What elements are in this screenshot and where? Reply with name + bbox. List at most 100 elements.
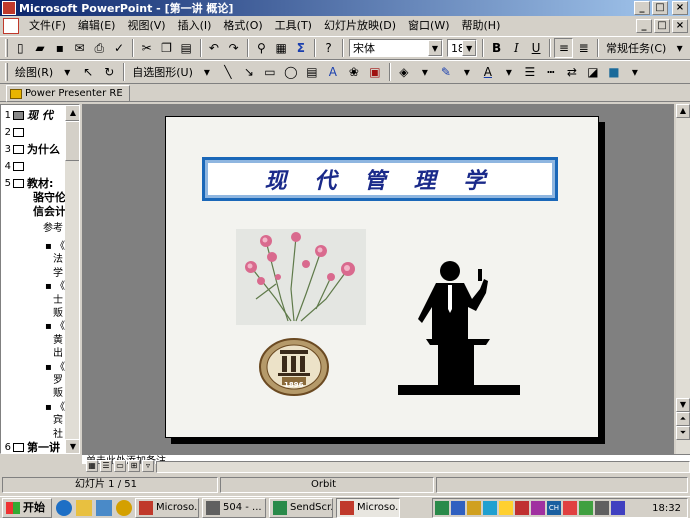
rotate-icon[interactable]: ↻ xyxy=(99,62,119,82)
outline-view-icon[interactable]: ☰ xyxy=(100,460,112,472)
rectangle-icon[interactable]: ▭ xyxy=(260,62,280,82)
slide-view-icon[interactable]: ▭ xyxy=(114,460,126,472)
power-presenter-tab[interactable]: Power Presenter RE xyxy=(6,85,130,102)
tray-app-icon[interactable] xyxy=(611,501,625,515)
print-icon[interactable]: ⎙ xyxy=(90,38,109,58)
ie-browser-icon[interactable] xyxy=(56,499,72,516)
window-title-bar[interactable]: Microsoft PowerPoint - [第一讲 概论] _ □ × xyxy=(0,0,690,16)
scroll-down-icon[interactable]: ▼ xyxy=(65,439,79,453)
autoshapes-menu-button[interactable]: 自选图形(U) xyxy=(128,64,197,80)
font-color-icon[interactable]: A xyxy=(478,62,498,82)
slide-sorter-view-icon[interactable]: ⊞ xyxy=(128,460,140,472)
menu-slideshow[interactable]: 幻灯片放映(D) xyxy=(318,16,402,36)
italic-button[interactable]: I xyxy=(507,38,526,58)
redo-icon[interactable]: ↷ xyxy=(224,38,243,58)
task-pane-button[interactable]: 常规任务(C) xyxy=(602,40,670,56)
spell-check-icon[interactable]: ✓ xyxy=(110,38,129,58)
3d-style-icon[interactable]: ■ xyxy=(604,62,624,82)
line-icon[interactable]: ╲ xyxy=(218,62,238,82)
taskbar-button-active[interactable]: Microso... xyxy=(336,497,400,518)
dash-style-icon[interactable]: ┅ xyxy=(541,62,561,82)
oval-icon[interactable]: ◯ xyxy=(281,62,301,82)
menu-insert[interactable]: 插入(I) xyxy=(172,16,218,36)
email-icon[interactable]: ✉ xyxy=(70,38,89,58)
outline-slide-row[interactable]: 6 第一讲 xyxy=(3,439,60,453)
slide-canvas[interactable]: 现 代 管 理 学 1896 xyxy=(165,116,599,438)
menu-edit[interactable]: 编辑(E) xyxy=(72,16,122,36)
antivirus-icon[interactable] xyxy=(515,501,529,515)
carnation-flower-image[interactable] xyxy=(236,229,366,325)
draw-menu-button[interactable]: 绘图(R) xyxy=(11,64,57,80)
slide-horizontal-scrollbar[interactable] xyxy=(156,461,690,473)
align-left-icon[interactable]: ≡ xyxy=(554,38,574,58)
volume-icon[interactable] xyxy=(467,501,481,515)
chevron-down-icon[interactable]: ▾ xyxy=(499,62,519,82)
new-file-icon[interactable]: ▯ xyxy=(11,38,30,58)
network-icon[interactable] xyxy=(435,501,449,515)
taskbar-button[interactable]: Microso... xyxy=(135,497,199,518)
autosum-icon[interactable]: Σ xyxy=(291,38,310,58)
arrow-style-icon[interactable]: ⇄ xyxy=(562,62,582,82)
menu-file[interactable]: 文件(F) xyxy=(23,16,72,36)
help-icon[interactable]: ? xyxy=(319,38,338,58)
cut-icon[interactable]: ✂ xyxy=(137,38,156,58)
clip-art-icon[interactable]: ❀ xyxy=(344,62,364,82)
language-ch-icon[interactable]: CH xyxy=(547,501,561,515)
input-method-icon[interactable] xyxy=(531,501,545,515)
font-name-select[interactable]: 宋体 ▼ xyxy=(348,39,443,57)
taskbar-button[interactable]: SendScr... xyxy=(269,497,333,518)
insert-table-icon[interactable]: ▦ xyxy=(272,38,291,58)
chevron-down-icon[interactable]: ▾ xyxy=(457,62,477,82)
maximize-button[interactable]: □ xyxy=(652,1,668,15)
doc-restore-button[interactable]: □ xyxy=(654,19,670,33)
outline-slide-row[interactable]: 4 xyxy=(3,158,27,174)
show-desktop-icon[interactable] xyxy=(96,499,112,516)
align-center-icon[interactable]: ≣ xyxy=(574,38,593,58)
doc-close-button[interactable]: × xyxy=(672,19,688,33)
hardware-icon[interactable] xyxy=(595,501,609,515)
font-size-select[interactable]: 18 ▼ xyxy=(446,39,478,57)
scroll-thumb[interactable] xyxy=(65,121,79,161)
arrow-icon[interactable]: ↘ xyxy=(239,62,259,82)
previous-slide-icon[interactable]: ⏶ xyxy=(676,412,690,426)
security-icon[interactable] xyxy=(563,501,577,515)
menu-format[interactable]: 格式(O) xyxy=(217,16,268,36)
speaker-silhouette-image[interactable] xyxy=(398,259,524,397)
menu-help[interactable]: 帮助(H) xyxy=(456,16,507,36)
slide-editing-area[interactable]: 现 代 管 理 学 1896 xyxy=(82,104,674,454)
select-arrow-icon[interactable]: ↖ xyxy=(78,62,98,82)
outline-scrollbar[interactable]: ▲ ▼ xyxy=(65,105,79,453)
paste-icon[interactable]: ▤ xyxy=(177,38,196,58)
toolbar-grip[interactable] xyxy=(5,39,8,57)
slide-title-box[interactable]: 现 代 管 理 学 xyxy=(202,157,558,201)
underline-button[interactable]: U xyxy=(527,38,546,58)
chevron-down-icon[interactable]: ▾ xyxy=(197,62,217,82)
picture-icon[interactable]: ▣ xyxy=(365,62,385,82)
chevron-down-icon[interactable]: ▾ xyxy=(670,38,689,58)
line-style-icon[interactable]: ☰ xyxy=(520,62,540,82)
monitor-icon[interactable] xyxy=(451,501,465,515)
toolbar-grip[interactable] xyxy=(5,63,8,81)
update-icon[interactable] xyxy=(579,501,593,515)
document-icon[interactable] xyxy=(3,18,19,34)
chevron-down-icon[interactable]: ▼ xyxy=(427,40,442,56)
chevron-down-icon[interactable]: ▾ xyxy=(57,62,77,82)
outline-slide-row[interactable]: 2 xyxy=(3,124,27,140)
chevron-down-icon[interactable]: ▼ xyxy=(462,40,477,56)
media-player-icon[interactable] xyxy=(116,499,132,516)
outlook-icon[interactable] xyxy=(76,499,92,516)
open-folder-icon[interactable]: ▰ xyxy=(31,38,50,58)
menu-view[interactable]: 视图(V) xyxy=(121,16,171,36)
wordart-icon[interactable]: A xyxy=(323,62,343,82)
chevron-down-icon[interactable]: ▾ xyxy=(415,62,435,82)
fill-color-icon[interactable]: ◈ xyxy=(394,62,414,82)
slideshow-view-icon[interactable]: ▿ xyxy=(142,460,154,472)
scroll-up-icon[interactable]: ▲ xyxy=(676,104,690,118)
bold-button[interactable]: B xyxy=(487,38,506,58)
outline-slide-row[interactable]: 3 为什么 xyxy=(3,141,60,157)
slide-vertical-scrollbar[interactable]: ▲ ▼ ⏶ ⏷ xyxy=(676,104,690,454)
messenger-icon[interactable] xyxy=(499,501,513,515)
undo-icon[interactable]: ↶ xyxy=(205,38,224,58)
start-button[interactable]: 开始 xyxy=(2,497,52,518)
close-button[interactable]: × xyxy=(672,1,688,15)
